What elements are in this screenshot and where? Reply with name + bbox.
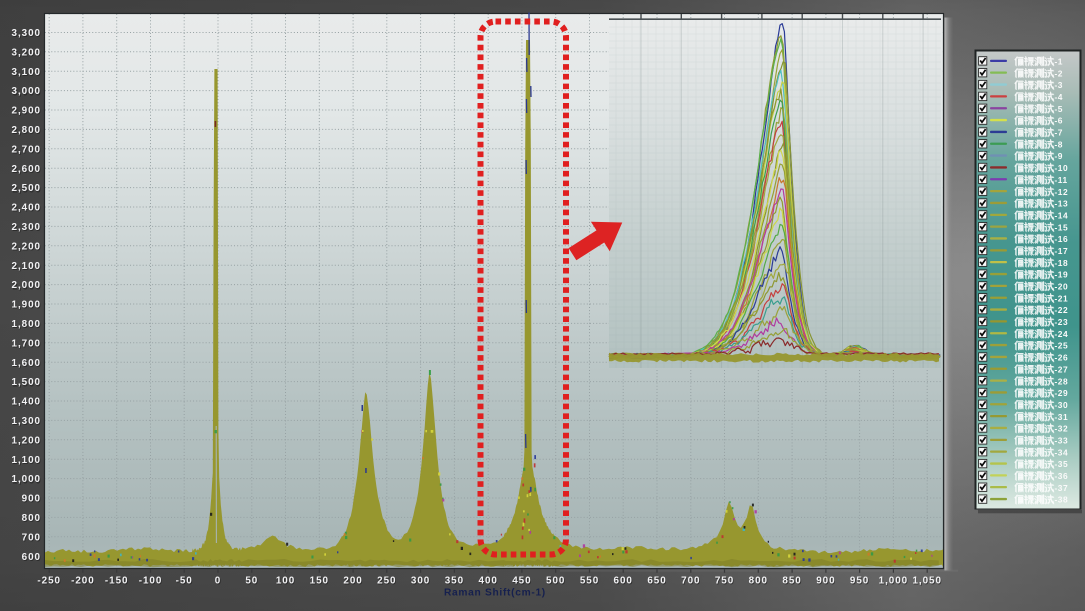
svg-text:1,000: 1,000 — [12, 474, 41, 485]
svg-text:450: 450 — [512, 576, 531, 587]
svg-text:-27: -27 — [1055, 364, 1069, 374]
svg-text:-15: -15 — [1055, 222, 1069, 232]
svg-text:3,100: 3,100 — [12, 67, 41, 78]
svg-text:-38: -38 — [1055, 495, 1069, 505]
svg-text:-5: -5 — [1055, 104, 1063, 114]
svg-text:3,000: 3,000 — [12, 86, 41, 97]
svg-text:-35: -35 — [1055, 459, 1069, 469]
svg-text:-18: -18 — [1055, 258, 1069, 268]
svg-text:2,700: 2,700 — [12, 144, 41, 155]
svg-text:1,600: 1,600 — [12, 358, 41, 369]
svg-text:2,600: 2,600 — [12, 164, 41, 175]
svg-text:3,200: 3,200 — [12, 47, 41, 58]
svg-text:0: 0 — [215, 576, 221, 587]
svg-text:-33: -33 — [1055, 436, 1069, 446]
svg-text:700: 700 — [22, 532, 41, 543]
svg-text:900: 900 — [816, 576, 835, 587]
svg-text:-37: -37 — [1055, 483, 1069, 493]
svg-text:650: 650 — [647, 576, 666, 587]
svg-text:1,200: 1,200 — [12, 435, 41, 446]
svg-text:750: 750 — [715, 576, 734, 587]
svg-text:-23: -23 — [1055, 317, 1069, 327]
svg-text:-50: -50 — [176, 576, 193, 587]
svg-text:900: 900 — [22, 494, 41, 505]
svg-text:200: 200 — [343, 576, 362, 587]
svg-text:-31: -31 — [1055, 412, 1069, 422]
svg-text:-2: -2 — [1055, 68, 1063, 78]
svg-text:500: 500 — [546, 576, 565, 587]
svg-text:2,100: 2,100 — [12, 261, 41, 272]
svg-text:2,400: 2,400 — [12, 203, 41, 214]
svg-text:400: 400 — [479, 576, 498, 587]
svg-text:-3: -3 — [1055, 80, 1063, 90]
svg-text:-6: -6 — [1055, 116, 1063, 126]
svg-text:1,050: 1,050 — [912, 576, 941, 587]
svg-text:-4: -4 — [1055, 92, 1063, 102]
svg-text:-26: -26 — [1055, 353, 1069, 363]
svg-text:2,800: 2,800 — [12, 125, 41, 136]
svg-text:-34: -34 — [1055, 447, 1069, 457]
svg-text:-8: -8 — [1055, 139, 1063, 149]
svg-text:600: 600 — [614, 576, 633, 587]
svg-text:1,700: 1,700 — [12, 338, 41, 349]
svg-text:50: 50 — [245, 576, 258, 587]
svg-text:Raman Shift(cm-1): Raman Shift(cm-1) — [444, 588, 546, 599]
svg-text:150: 150 — [310, 576, 329, 587]
svg-text:-19: -19 — [1055, 270, 1069, 280]
svg-text:-150: -150 — [105, 576, 129, 587]
svg-text:-20: -20 — [1055, 282, 1069, 292]
svg-text:1,300: 1,300 — [12, 416, 41, 427]
svg-text:-100: -100 — [139, 576, 163, 587]
svg-text:700: 700 — [681, 576, 700, 587]
svg-text:800: 800 — [22, 513, 41, 524]
svg-text:800: 800 — [749, 576, 768, 587]
svg-text:350: 350 — [445, 576, 464, 587]
svg-text:1,500: 1,500 — [12, 377, 41, 388]
svg-text:550: 550 — [580, 576, 599, 587]
svg-text:1,400: 1,400 — [12, 397, 41, 408]
svg-text:850: 850 — [782, 576, 801, 587]
svg-text:-32: -32 — [1055, 424, 1069, 434]
svg-text:600: 600 — [22, 552, 41, 563]
svg-text:1,900: 1,900 — [12, 300, 41, 311]
svg-text:-9: -9 — [1055, 151, 1063, 161]
svg-text:950: 950 — [850, 576, 869, 587]
svg-text:-36: -36 — [1055, 471, 1069, 481]
svg-text:2,300: 2,300 — [12, 222, 41, 233]
svg-text:1,800: 1,800 — [12, 319, 41, 330]
svg-text:-12: -12 — [1055, 187, 1069, 197]
svg-text:-11: -11 — [1055, 175, 1068, 185]
svg-text:2,500: 2,500 — [12, 183, 41, 194]
svg-text:-28: -28 — [1055, 376, 1069, 386]
svg-text:2,000: 2,000 — [12, 280, 41, 291]
svg-text:300: 300 — [411, 576, 430, 587]
svg-text:-200: -200 — [71, 576, 95, 587]
svg-text:3,300: 3,300 — [12, 28, 41, 39]
svg-text:-10: -10 — [1055, 163, 1069, 173]
svg-text:-25: -25 — [1055, 341, 1069, 351]
svg-text:-30: -30 — [1055, 400, 1069, 410]
svg-text:250: 250 — [377, 576, 396, 587]
svg-text:1,100: 1,100 — [12, 455, 41, 466]
svg-text:-250: -250 — [37, 576, 61, 587]
svg-text:-29: -29 — [1055, 388, 1069, 398]
svg-text:-13: -13 — [1055, 199, 1069, 209]
svg-text:100: 100 — [276, 576, 295, 587]
svg-text:-22: -22 — [1055, 305, 1069, 315]
svg-text:2,200: 2,200 — [12, 241, 41, 252]
svg-text:2,900: 2,900 — [12, 106, 41, 117]
svg-text:-24: -24 — [1055, 329, 1069, 339]
svg-text:-7: -7 — [1055, 128, 1063, 138]
svg-text:-17: -17 — [1055, 246, 1069, 256]
svg-text:1,000: 1,000 — [879, 576, 908, 587]
svg-text:-1: -1 — [1055, 57, 1063, 67]
svg-text:-21: -21 — [1055, 293, 1069, 303]
svg-text:-16: -16 — [1055, 234, 1069, 244]
svg-text:-14: -14 — [1055, 211, 1069, 221]
